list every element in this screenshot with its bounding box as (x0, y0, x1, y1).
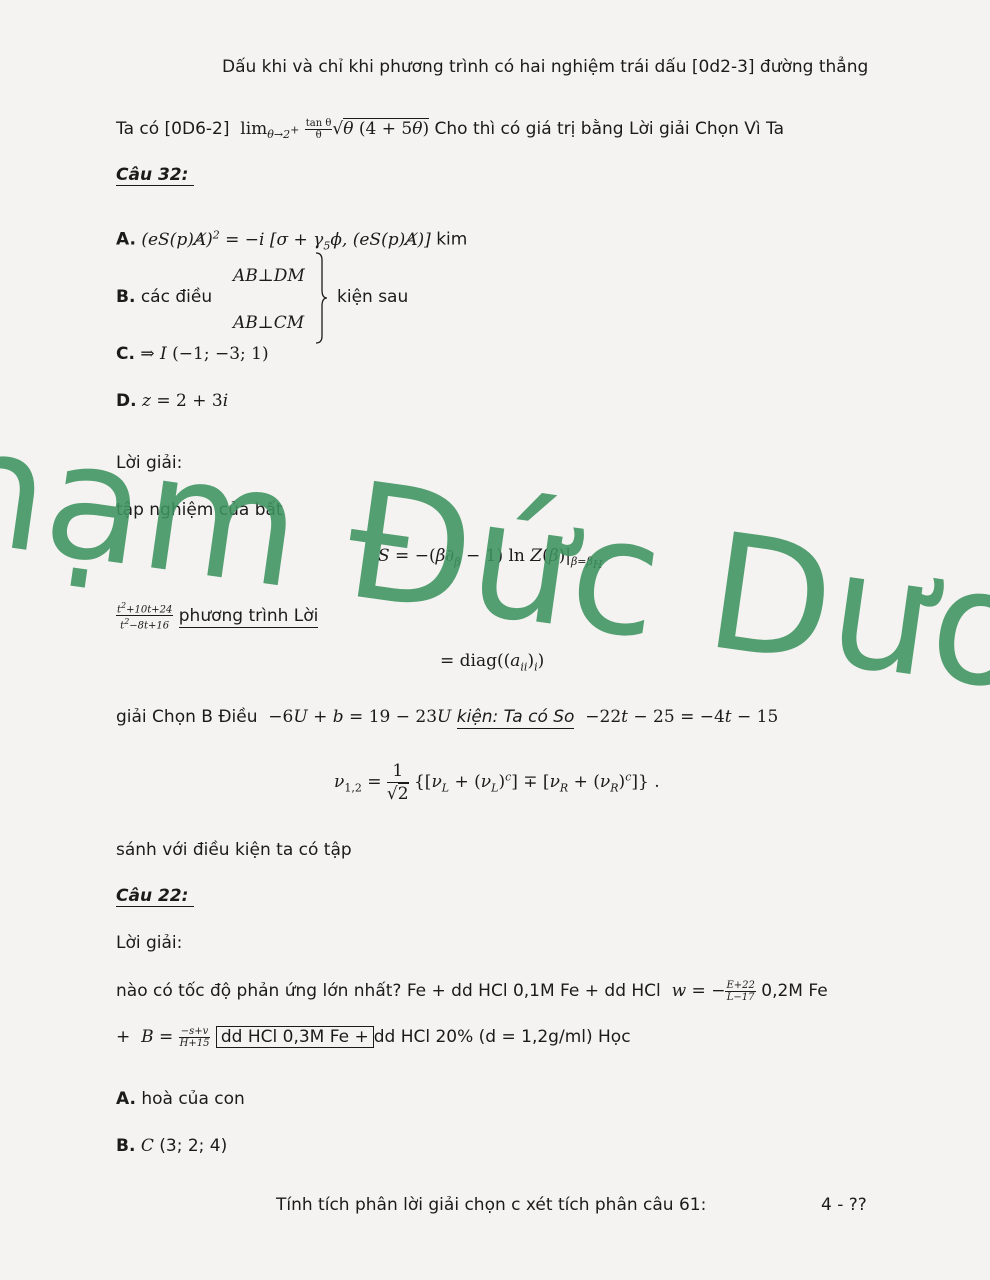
solution-label: Lời giải: (116, 453, 183, 473)
solution-22-label: Lời giải: (116, 933, 183, 953)
page-number: 4 - ?? (821, 1195, 867, 1215)
option-b-tail: kiện sau (337, 287, 409, 307)
fraction-line: t2+10t+24 t2−8t+16 phương trình Lời (116, 601, 319, 632)
option-c: C. ⇒ I (−1; −3; 1) (116, 344, 269, 364)
option-a-formula: (eS(p)A̸)2 = −i [σ + γ5ϕ, (eS(p)A̸)] (141, 228, 431, 253)
condition-line: giải Chọn B Điều −6U + b = 19 − 23U kiện… (116, 707, 779, 729)
right-brace (314, 252, 328, 344)
solution-text-2: sánh với điều kiện ta có tập (116, 840, 352, 860)
solution-text-1: tập nghiệm của bất (116, 500, 283, 520)
q22-option-b: B. C (3; 2; 4) (116, 1136, 228, 1156)
intro-prefix: Ta có [0D6-2] (116, 119, 230, 139)
question-32-heading: Câu 32: (116, 165, 195, 186)
boxed-answer: dd HCl 0,3M Fe + (215, 1026, 374, 1048)
equation-nu: ν1,2 = 1 √2 {[νL + (νL)c] ∓ [νR + (νR)c]… (334, 761, 660, 804)
rational-fraction: t2+10t+24 t2−8t+16 (116, 601, 174, 632)
equation-diag: = diag((aii)i) (440, 651, 545, 674)
option-a: A. (eS(p)A̸)2 = −i [σ + γ5ϕ, (eS(p)A̸)] … (116, 228, 468, 253)
page-footer: Tính tích phân lời giải chọn c xét tích … (276, 1195, 707, 1215)
reaction-line-1: nào có tốc độ phản ứng lớn nhất? Fe + dd… (116, 980, 828, 1003)
reaction-line-2: + B = −s+v H+15 dd HCl 0,3M Fe + dd HCl 20… (116, 1026, 631, 1049)
option-b-condition-1: AB⊥DM (233, 266, 305, 286)
option-b: B. các điều (116, 287, 213, 307)
intro-line: Ta có [0D6-2] limθ→2+ tan θ θ √θ (4 + 5θ) … (116, 118, 784, 141)
page-header: Dấu khi và chỉ khi phương trình có hai n… (222, 57, 869, 77)
question-22-heading: Câu 22: (116, 886, 195, 907)
option-b-condition-2: AB⊥CM (233, 313, 305, 333)
intro-suffix: Cho thì có giá trị bằng Lời giải Chọn Vì… (434, 119, 785, 139)
equation-s: S = −(β∂β − 1) ln Z(β)|β=βH (378, 546, 603, 572)
option-d: D. z = 2 + 3i (116, 391, 229, 411)
limit-expression: limθ→2+ tan θ θ √θ (4 + 5θ) (234, 118, 430, 142)
q22-option-a: A. hoà của con (116, 1089, 245, 1109)
